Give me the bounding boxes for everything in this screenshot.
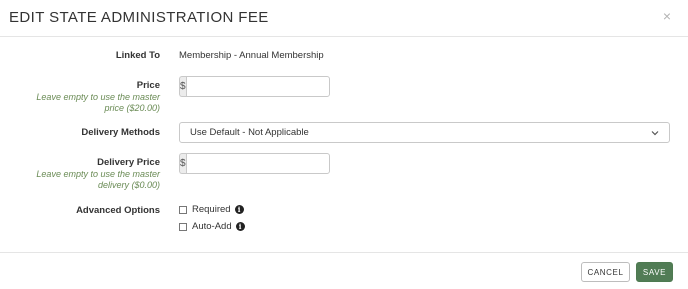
delivery-price-help-line1: Leave empty to use the master <box>36 169 160 179</box>
delivery-price-input[interactable] <box>185 153 330 174</box>
auto-add-label: Auto-Add <box>192 221 232 232</box>
price-input[interactable] <box>185 76 330 97</box>
chevron-down-icon <box>651 128 659 138</box>
linked-to-label: Linked To <box>115 50 160 61</box>
dialog-footer: CANCEL SAVE <box>0 252 688 289</box>
save-button[interactable]: SAVE <box>636 262 673 282</box>
linked-to-value: Membership - Annual Membership <box>179 50 324 61</box>
delivery-price-currency-addon: $ <box>179 153 186 174</box>
delivery-methods-label: Delivery Methods <box>81 127 160 138</box>
required-label: Required <box>192 204 231 215</box>
price-help-line2: price ($20.00) <box>104 103 160 113</box>
auto-add-checkbox[interactable] <box>179 222 187 231</box>
required-option: Required i <box>179 204 244 215</box>
info-icon[interactable]: i <box>235 222 245 231</box>
delivery-price-label: Delivery Price <box>97 157 160 168</box>
delivery-methods-selected-value: Use Default - Not Applicable <box>190 127 309 138</box>
edit-fee-dialog: EDIT STATE ADMINISTRATION FEE × Linked T… <box>0 0 688 289</box>
required-checkbox[interactable] <box>179 205 187 214</box>
price-label: Price <box>136 80 160 91</box>
cancel-button[interactable]: CANCEL <box>581 262 630 282</box>
dialog-title: EDIT STATE ADMINISTRATION FEE <box>9 9 269 26</box>
dialog-body: Linked To Membership - Annual Membership… <box>0 37 688 252</box>
info-icon[interactable]: i <box>234 205 244 214</box>
auto-add-option: Auto-Add i <box>179 221 245 232</box>
advanced-options-label: Advanced Options <box>76 205 160 216</box>
dialog-header: EDIT STATE ADMINISTRATION FEE × <box>0 0 688 37</box>
close-icon[interactable]: × <box>663 8 671 24</box>
delivery-price-input-group: $ <box>179 153 330 174</box>
delivery-price-help-line2: delivery ($0.00) <box>97 180 160 190</box>
price-help-line1: Leave empty to use the master <box>36 92 160 102</box>
delivery-methods-select[interactable]: Use Default - Not Applicable <box>179 122 670 143</box>
price-input-group: $ <box>179 76 330 97</box>
price-currency-addon: $ <box>179 76 186 97</box>
